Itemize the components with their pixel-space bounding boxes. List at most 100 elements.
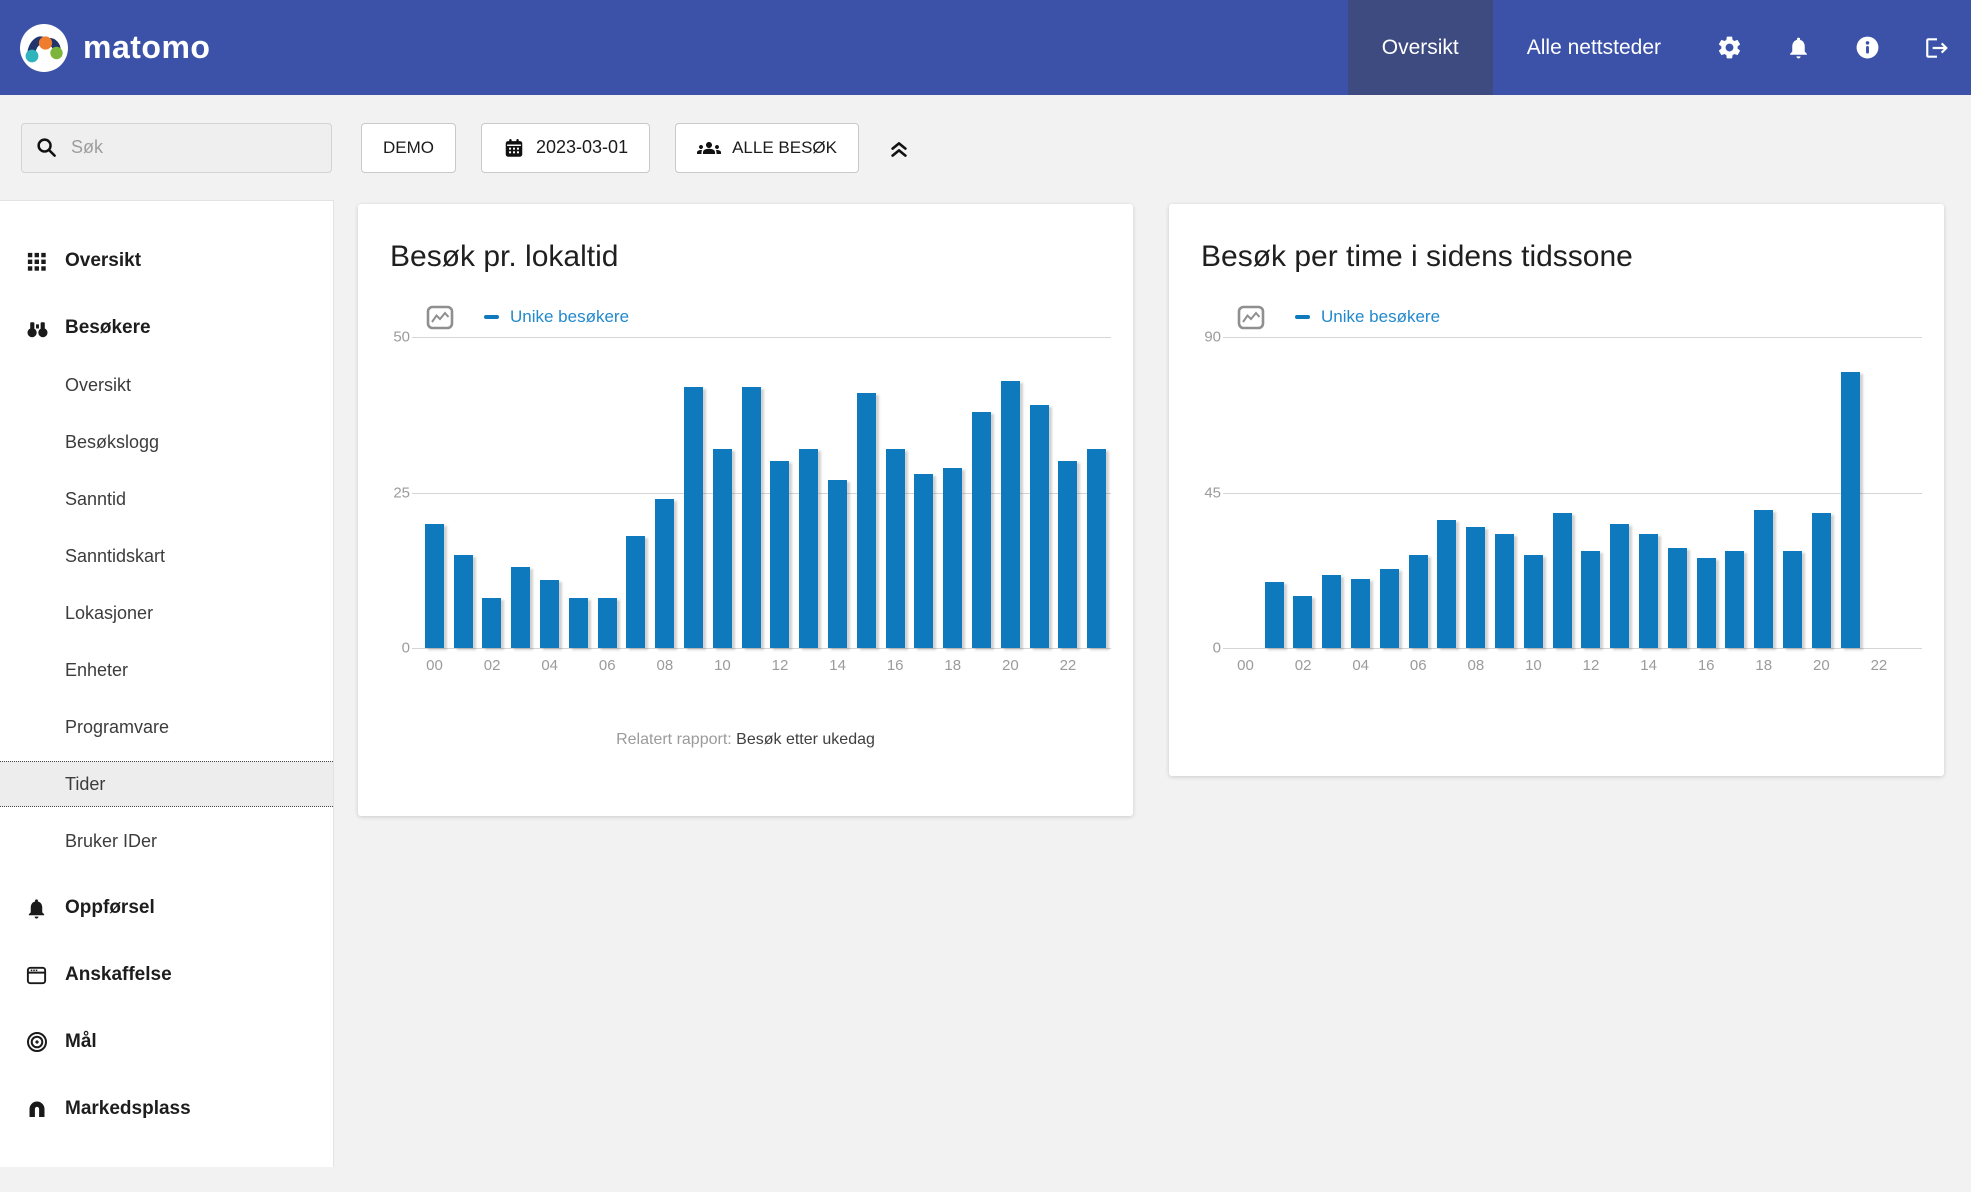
bar-hour-11 <box>1553 513 1572 648</box>
x-axis-tick-label: 22 <box>1864 657 1893 674</box>
card-besok-pr-lokaltid: Besøk pr. lokaltid Unike besøkere0255000… <box>358 204 1133 816</box>
bell-icon <box>25 897 48 920</box>
sidebar-menu: Oversikt Besøkere Oversikt Besøkslogg Sannti… <box>0 238 333 1132</box>
y-axis-tick-label: 0 <box>374 640 410 657</box>
sidebar-item-markedsplass[interactable]: Markedsplass <box>0 1086 333 1132</box>
sidebar-item-enheter[interactable]: Enheter <box>0 647 333 693</box>
x-axis-tick-label: 18 <box>938 657 967 674</box>
grid-icon <box>25 250 48 273</box>
bar-hour-10 <box>1524 555 1543 648</box>
sidebar-item-label: Oversikt <box>65 250 141 272</box>
y-axis-tick-label: 50 <box>374 329 410 346</box>
related-report: Relatert rapport: Besøk etter ukedag <box>388 731 1103 749</box>
chart-wrap: Unike besøkere02550000204060810121416182… <box>420 302 1111 679</box>
legend-label[interactable]: Unike besøkere <box>1321 307 1440 327</box>
bar-hour-14 <box>1639 534 1658 648</box>
sidebar-item-oppforsel[interactable]: Oppførsel <box>0 885 333 931</box>
sidebar-item-oversikt[interactable]: Oversikt <box>0 238 333 284</box>
x-axis-tick-label: 12 <box>766 657 795 674</box>
y-axis-tick-label: 45 <box>1185 484 1221 501</box>
bar-hour-23 <box>1087 449 1106 648</box>
bar-hour-03 <box>1322 575 1341 648</box>
sidebar-item-label: Sanntidskart <box>65 546 165 567</box>
sidebar-item-label: Oversikt <box>65 375 131 396</box>
x-axis-tick-label: 16 <box>881 657 910 674</box>
bar-hour-11 <box>742 387 761 648</box>
bar-hour-07 <box>1437 520 1456 648</box>
x-axis-tick-label: 06 <box>593 657 622 674</box>
bar-hour-17 <box>1725 551 1744 648</box>
x-axis-tick-label: 20 <box>996 657 1025 674</box>
bar-hour-20 <box>1812 513 1831 648</box>
sidebar-item-oversikt[interactable]: Oversikt <box>0 362 333 408</box>
sidebar-item-label: Besøkere <box>65 317 151 339</box>
sidebar-item-label: Tider <box>65 774 105 795</box>
sidebar-item-anskaffelse[interactable]: Anskaffelse <box>0 952 333 998</box>
bar-hour-21 <box>1030 405 1049 648</box>
gridline <box>412 337 1111 338</box>
chart-legend: Unike besøkere <box>420 302 1111 332</box>
export-image-icon[interactable] <box>426 305 454 330</box>
search-input[interactable] <box>69 136 318 159</box>
tab-oversikt[interactable]: Oversikt <box>1348 0 1493 95</box>
bar-hour-05 <box>1380 569 1399 648</box>
sidebar-item-bruker-ider[interactable]: Bruker IDer <box>0 818 333 864</box>
bar-hour-19 <box>972 412 991 648</box>
x-axis-tick-label: 12 <box>1577 657 1606 674</box>
chart-besok-pr-lokaltid: Unike besøkere02550000204060810121416182… <box>388 302 1103 679</box>
bar-hour-17 <box>914 474 933 648</box>
main-content: Besøk pr. lokaltid Unike besøkere0255000… <box>358 204 1944 816</box>
collapse-toolbar-button[interactable] <box>885 134 913 162</box>
gridline <box>1223 648 1922 649</box>
bar-hour-05 <box>569 598 588 648</box>
sidebar-item-sanntidskart[interactable]: Sanntidskart <box>0 533 333 579</box>
bell-icon[interactable] <box>1764 0 1833 95</box>
x-axis-tick-label: 08 <box>1461 657 1490 674</box>
tab-alle-nettsteder[interactable]: Alle nettsteder <box>1493 0 1695 95</box>
sidebar-item-label: Sanntid <box>65 489 126 510</box>
x-axis-tick-label: 04 <box>535 657 564 674</box>
calendar-icon <box>503 137 525 159</box>
card-title: Besøk per time i sidens tidssone <box>1201 240 1914 274</box>
legend-label[interactable]: Unike besøkere <box>510 307 629 327</box>
logout-icon[interactable] <box>1902 0 1971 95</box>
bar-hour-01 <box>454 555 473 648</box>
target-icon <box>25 1030 49 1054</box>
segment-button[interactable]: ALLE BESØK <box>675 123 859 173</box>
sidebar-item-sanntid[interactable]: Sanntid <box>0 476 333 522</box>
sidebar-item-label: Oppførsel <box>65 897 155 919</box>
sidebar-item-besokslogg[interactable]: Besøkslogg <box>0 419 333 465</box>
chart-legend: Unike besøkere <box>1231 302 1922 332</box>
visitors-group-icon <box>697 136 721 160</box>
sidebar-item-label: Mål <box>65 1031 97 1053</box>
bar-hour-16 <box>1697 558 1716 648</box>
sidebar-item-label: Bruker IDer <box>65 831 157 852</box>
date-picker-button[interactable]: 2023-03-01 <box>481 123 650 173</box>
sidebar-item-mal[interactable]: Mål <box>0 1019 333 1065</box>
bar-hour-20 <box>1001 381 1020 648</box>
sidebar-item-label: Besøkslogg <box>65 432 159 453</box>
sidebar-item-lokasjoner[interactable]: Lokasjoner <box>0 590 333 636</box>
sidebar-item-programvare[interactable]: Programvare <box>0 704 333 750</box>
brand-name: matomo <box>83 29 210 66</box>
binoculars-icon <box>25 316 50 341</box>
bar-hour-03 <box>511 567 530 648</box>
sidebar-item-besokere[interactable]: Besøkere <box>0 305 333 351</box>
related-report-link[interactable]: Besøk etter ukedag <box>736 731 875 748</box>
site-selector-button[interactable]: DEMO <box>361 123 456 173</box>
sidebar-item-tider[interactable]: Tider <box>0 761 333 807</box>
x-axis-tick-label: 08 <box>650 657 679 674</box>
gear-icon[interactable] <box>1695 0 1764 95</box>
x-axis-tick-label: 04 <box>1346 657 1375 674</box>
info-icon[interactable] <box>1833 0 1902 95</box>
bar-hour-02 <box>1293 596 1312 648</box>
y-axis-tick-label: 0 <box>1185 640 1221 657</box>
matomo-logo[interactable]: matomo <box>0 24 210 72</box>
search-box[interactable] <box>21 123 332 173</box>
chart-besok-per-time-tidssone: Unike besøkere04590000204060810121416182… <box>1199 302 1914 679</box>
sidebar-item-label: Programvare <box>65 717 169 738</box>
export-image-icon[interactable] <box>1237 305 1265 330</box>
bar-hour-08 <box>655 499 674 648</box>
x-axis-tick-label: 14 <box>1634 657 1663 674</box>
x-axis-tick-label: 14 <box>823 657 852 674</box>
